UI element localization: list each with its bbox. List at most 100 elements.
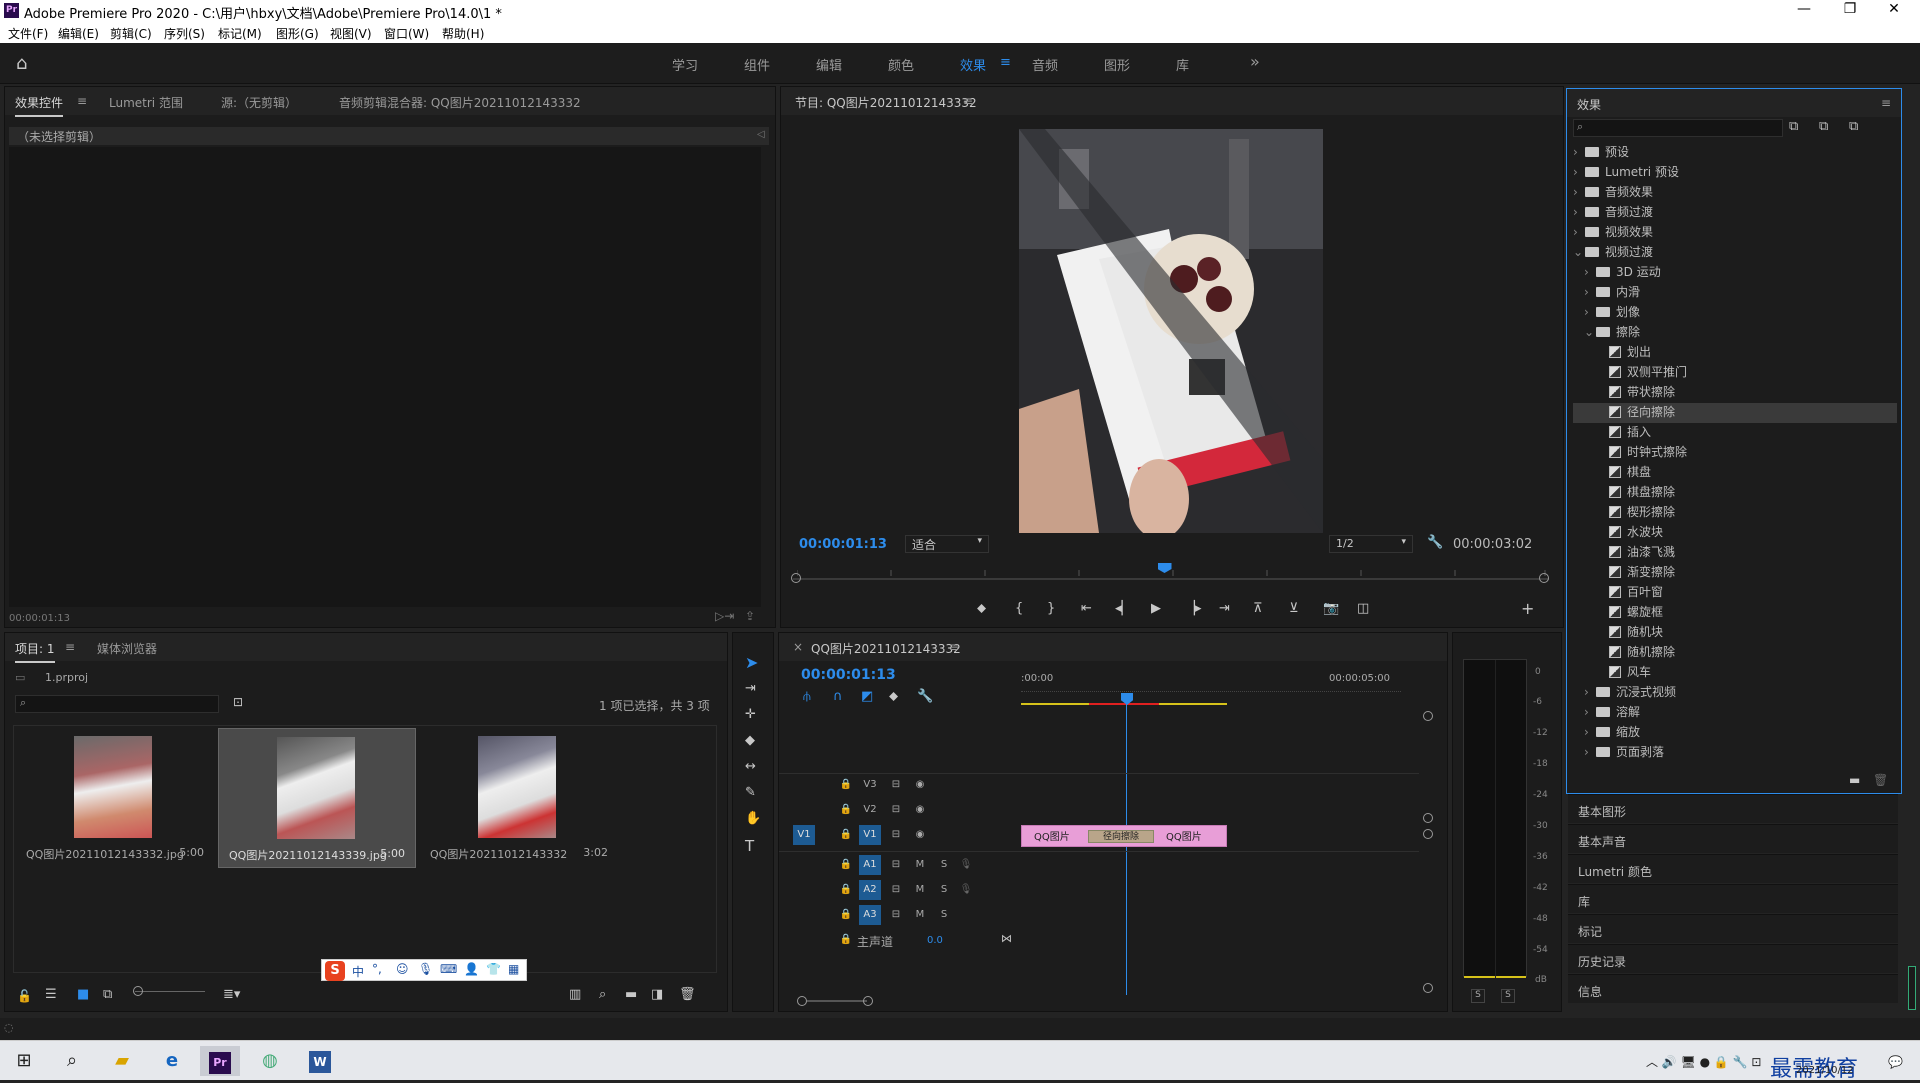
tab-effect-controls[interactable]: 效果控件 xyxy=(15,94,64,117)
workspace-color[interactable]: 颜色 xyxy=(888,55,914,74)
file-explorer-icon[interactable]: ▰ xyxy=(102,1046,142,1076)
razor-tool-icon[interactable]: ◆ xyxy=(745,733,755,748)
step-forward-icon[interactable]: ▕▸ xyxy=(1185,601,1202,616)
zoom-handle-right[interactable] xyxy=(1539,573,1549,583)
lock-icon[interactable]: 🔒 xyxy=(835,855,857,875)
h-scroll-bar[interactable] xyxy=(807,1000,867,1002)
notification-icon[interactable]: 💬 xyxy=(1888,1055,1903,1069)
program-ruler[interactable] xyxy=(796,565,1547,576)
effect-item[interactable]: 百叶窗 xyxy=(1573,583,1897,603)
track-label[interactable]: V3 xyxy=(859,775,881,795)
project-item[interactable]: QQ图片20211012143332 3:02 xyxy=(420,728,618,868)
chevron-right-icon[interactable]: › xyxy=(1573,185,1585,199)
workspace-graphics[interactable]: 图形 xyxy=(1104,55,1130,74)
slip-tool-icon[interactable]: ↔ xyxy=(745,759,756,774)
tab-audio-clip-mixer[interactable]: 音频剪辑混合器: QQ图片20211012143332 xyxy=(339,94,581,111)
play-icon[interactable]: ▶ xyxy=(1151,601,1161,616)
track-select-tool-icon[interactable]: ⇥ xyxy=(745,681,756,696)
zoom-handle-left[interactable] xyxy=(791,573,801,583)
sync-icon[interactable]: ⊟ xyxy=(885,855,907,875)
eye-icon[interactable]: ◉ xyxy=(909,825,931,845)
panel-info[interactable]: 信息 xyxy=(1568,974,1898,1003)
extract-icon[interactable]: ⊻ xyxy=(1289,601,1299,616)
panel-history[interactable]: 历史记录 xyxy=(1568,944,1898,973)
search-icon[interactable]: ⌕ xyxy=(52,1046,92,1076)
effects-folder[interactable]: › 音频效果 xyxy=(1573,183,1897,203)
effects-folder[interactable]: › 沉浸式视频 xyxy=(1573,683,1897,703)
workspace-libraries[interactable]: 库 xyxy=(1176,55,1189,74)
workspace-learn[interactable]: 学习 xyxy=(672,55,698,74)
effects-folder[interactable]: › 音频过渡 xyxy=(1573,203,1897,223)
ime-skin-icon[interactable]: 👕 xyxy=(486,962,501,976)
ime-user-icon[interactable]: 👤 xyxy=(464,962,479,976)
menu-edit[interactable]: 编辑(E) xyxy=(58,25,99,42)
menu-clip[interactable]: 剪辑(C) xyxy=(110,25,152,42)
effects-title[interactable]: 效果 xyxy=(1577,96,1601,113)
chevron-right-icon[interactable]: › xyxy=(1573,145,1585,159)
chevron-right-icon[interactable]: › xyxy=(1584,285,1596,299)
effect-item[interactable]: 棋盘 xyxy=(1573,463,1897,483)
effect-item[interactable]: 划出 xyxy=(1573,343,1897,363)
workspace-menu-icon[interactable]: ≡ xyxy=(1000,55,1011,70)
chevron-right-icon[interactable]: › xyxy=(1584,685,1596,699)
chevron-right-icon[interactable]: › xyxy=(1584,725,1596,739)
button-editor-icon[interactable]: + xyxy=(1521,599,1534,618)
mute-button[interactable]: M xyxy=(909,905,931,925)
mark-out-icon[interactable]: } xyxy=(1047,601,1055,616)
project-menu-icon[interactable]: ≡ xyxy=(65,640,75,654)
accelerated-effects-icon[interactable]: ⧉ xyxy=(1789,119,1798,134)
nest-icon[interactable]: ◩ xyxy=(861,689,873,704)
solo-right-button[interactable]: S xyxy=(1501,989,1515,1003)
export-icon[interactable]: ⇪ xyxy=(745,609,755,623)
linked-selection-icon[interactable]: ∩ xyxy=(833,689,843,704)
tab-media-browser[interactable]: 媒体浏览器 xyxy=(97,640,157,657)
timeline-ruler[interactable]: :00:00 00:00:05:00 xyxy=(1021,669,1401,709)
export-frame-icon[interactable]: 📷 xyxy=(1323,601,1339,616)
effects-folder[interactable]: › 溶解 xyxy=(1573,703,1897,723)
effects-folder[interactable]: › 页面剥落 xyxy=(1573,743,1897,763)
new-item-icon[interactable]: ◨ xyxy=(651,987,663,1002)
solo-button[interactable]: S xyxy=(933,905,955,925)
ime-punct-icon[interactable]: °, xyxy=(372,962,382,976)
solo-button[interactable]: S xyxy=(933,855,955,875)
timeline-settings-icon[interactable]: 🔧 xyxy=(917,689,933,704)
effects-folder[interactable]: › 缩放 xyxy=(1573,723,1897,743)
chevron-right-icon[interactable]: › xyxy=(1584,745,1596,759)
panel-essential-graphics[interactable]: 基本图形 xyxy=(1568,794,1898,823)
mic-icon[interactable]: 🎙 xyxy=(955,880,977,900)
zoom-slider[interactable] xyxy=(135,991,205,992)
windows-start-icon[interactable]: ⊞ xyxy=(4,1046,44,1076)
master-volume[interactable]: 0.0 xyxy=(927,935,943,946)
panel-libraries[interactable]: 库 xyxy=(1568,884,1898,913)
effect-item[interactable]: 棋盘擦除 xyxy=(1573,483,1897,503)
workspace-editing[interactable]: 编辑 xyxy=(816,55,842,74)
eye-icon[interactable]: ◉ xyxy=(909,800,931,820)
delete-icon[interactable]: 🗑 xyxy=(1873,773,1888,787)
effects-menu-icon[interactable]: ≡ xyxy=(1881,96,1891,110)
tab-lumetri-scopes[interactable]: Lumetri 范围 xyxy=(109,94,183,111)
workspace-effects[interactable]: 效果 xyxy=(960,55,986,74)
selection-tool-icon[interactable]: ➤ xyxy=(745,653,758,672)
effects-folder[interactable]: › 预设 xyxy=(1573,143,1897,163)
hand-tool-icon[interactable]: ✋ xyxy=(745,811,761,826)
effects-folder[interactable]: › 视频效果 xyxy=(1573,223,1897,243)
effects-folder[interactable]: ⌄ 擦除 xyxy=(1573,323,1897,343)
effect-item[interactable]: 随机块 xyxy=(1573,623,1897,643)
app-icon[interactable]: ◍ xyxy=(250,1046,290,1076)
lift-icon[interactable]: ⊼ xyxy=(1253,601,1263,616)
v-scroll-handle[interactable] xyxy=(1423,711,1433,721)
home-icon[interactable]: ⌂ xyxy=(16,53,27,74)
sync-icon[interactable]: ⊟ xyxy=(885,775,907,795)
effects-folder[interactable]: › 3D 运动 xyxy=(1573,263,1897,283)
maximize-icon[interactable]: ❐ xyxy=(1830,1,1870,17)
mark-in-icon[interactable]: { xyxy=(1015,601,1023,616)
chevron-right-icon[interactable]: › xyxy=(1584,305,1596,319)
effect-item[interactable]: 楔形擦除 xyxy=(1573,503,1897,523)
track-label[interactable]: A1 xyxy=(859,855,881,875)
lock-icon[interactable]: 🔒 xyxy=(835,800,857,820)
menu-help[interactable]: 帮助(H) xyxy=(442,25,484,42)
lock-icon[interactable]: 🔒 xyxy=(835,775,857,795)
chevron-right-icon[interactable]: › xyxy=(1584,265,1596,279)
tab-source[interactable]: 源:（无剪辑） xyxy=(221,94,297,111)
effect-item[interactable]: 带状擦除 xyxy=(1573,383,1897,403)
